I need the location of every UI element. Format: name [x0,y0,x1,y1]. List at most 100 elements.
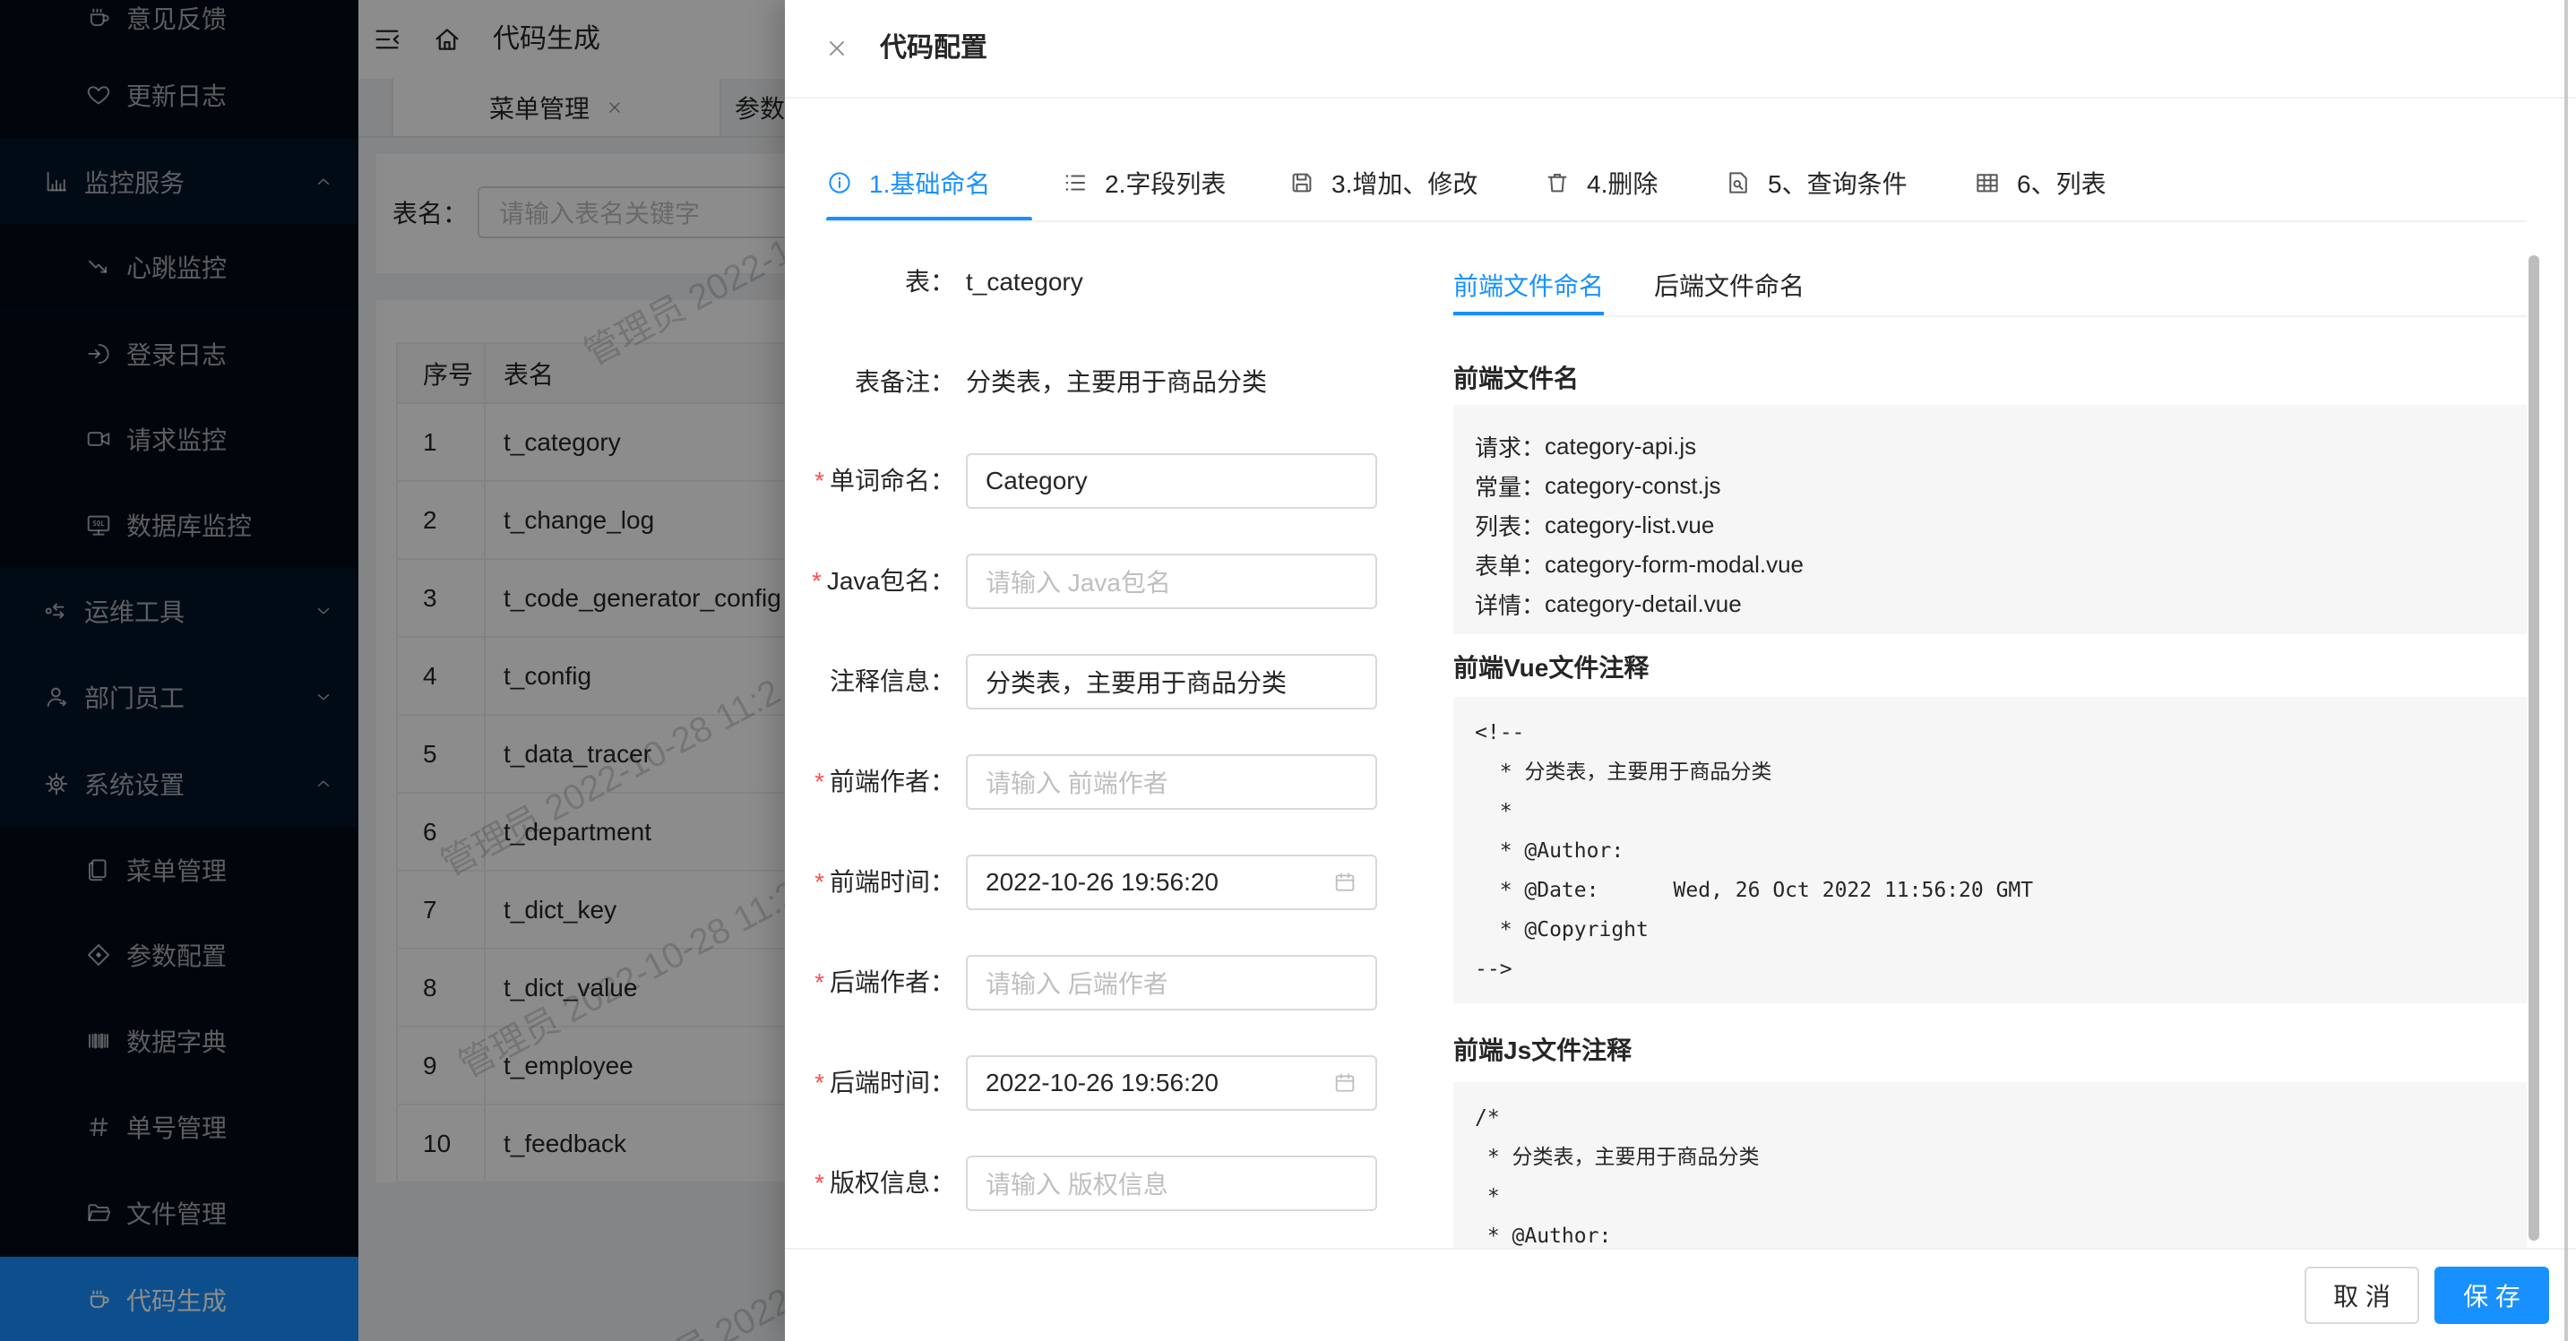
step-tab-6[interactable]: 6、列表 [1974,150,2106,215]
code-text: <!-- * 分类表，主要用于商品分类 * * @Author: * @Date… [1453,697,2527,989]
step-label: 5、查询条件 [1768,165,1908,201]
text-input-5[interactable]: 请输入 后端作者 [966,955,1377,1010]
section-heading: 前端Vue文件注释 [1453,650,1649,686]
drawer-header: 代码配置 [785,0,2576,99]
code-comment-block: /* * 分类表，主要用于商品分类 * * @Author: [1453,1082,2527,1249]
table-icon [1974,169,2001,196]
input-placeholder: 请输入 前端作者 [986,764,1168,800]
panel-tab-0[interactable]: 前端文件命名 [1453,258,1604,315]
save-button[interactable]: 保 存 [2434,1267,2549,1324]
input-value: 分类表，主要用于商品分类 [986,664,1287,700]
form-static-row: 表备注： 分类表，主要用于商品分类 [785,355,1412,410]
file-label: 列表： [1475,509,1545,542]
drawer-scrollbar-thumb[interactable] [2529,255,2539,1241]
step-label: 3.增加、修改 [1331,165,1478,201]
drawer-footer: 取 消 保 存 [785,1248,2576,1341]
calendar-icon [1332,1070,1357,1096]
file-name-item: 详情：category-detail.vue [1475,584,2527,623]
drawer-mask[interactable] [0,0,785,1341]
date-picker-6[interactable]: 2022-10-26 19:56:20 [966,1055,1377,1111]
text-input-7[interactable]: 请输入 版权信息 [966,1156,1377,1211]
step-tab-4[interactable]: 4.删除 [1544,150,1658,215]
input-value: 2022-10-26 19:56:20 [986,1069,1219,1097]
steps-divider [824,220,2527,222]
code-comment-block: <!-- * 分类表，主要用于商品分类 * * @Author: * @Date… [1453,697,2527,1003]
file-name-item: 请求：category-api.js [1475,426,2527,466]
step-tab-2[interactable]: 2.字段列表 [1062,150,1226,215]
trash-icon [1544,169,1571,196]
required-asterisk: * [814,467,824,494]
form-label: *Java包名： [788,554,955,609]
file-value: category-const.js [1545,472,1721,500]
section-heading: 前端文件名 [1453,361,1579,397]
form-label: 表： [788,254,955,310]
form-label: *前端时间： [788,855,955,910]
text-input-3[interactable]: 请输入 前端作者 [966,754,1377,810]
required-asterisk: * [814,968,824,996]
file-search-icon [1725,169,1752,196]
form-field-row: *后端作者： 请输入 后端作者 [785,955,1412,1010]
save-icon [1288,169,1315,196]
form-label: *后端时间： [788,1055,955,1111]
panel-tabs-divider [1453,315,2527,317]
input-placeholder: 请输入 后端作者 [986,965,1168,1001]
file-label: 请求： [1475,430,1545,463]
date-picker-4[interactable]: 2022-10-26 19:56:20 [966,855,1377,910]
file-value: category-list.vue [1545,511,1714,539]
page-scrollbar[interactable] [2564,0,2568,1341]
form-field-row: *版权信息： 请输入 版权信息 [785,1156,1412,1211]
list-icon [1062,169,1089,196]
close-icon[interactable] [824,36,849,61]
form-label: 注释信息： [788,654,955,709]
step-tab-3[interactable]: 3.增加、修改 [1288,150,1478,215]
step-tab-5[interactable]: 5、查询条件 [1725,150,1908,215]
file-label: 常量： [1475,469,1545,503]
app-root: 代码生成 菜单管理 参数配置 表名： 请输入表名关键字 序号 表名 1 t_ca… [0,0,2576,1341]
file-value: category-api.js [1545,433,1696,460]
form-label: *版权信息： [788,1156,955,1211]
required-asterisk: * [814,768,824,795]
file-label: 表单： [1475,548,1545,581]
form-field-row: *前端时间： 2022-10-26 19:56:20 [785,855,1412,910]
input-value: 2022-10-26 19:56:20 [986,868,1219,897]
required-asterisk: * [814,868,824,896]
required-asterisk: * [814,1169,824,1197]
file-value: category-detail.vue [1545,590,1742,618]
code-text: /* * 分类表，主要用于商品分类 * * @Author: [1453,1082,2527,1249]
input-value: Category [986,467,1088,495]
input-placeholder: 请输入 Java包名 [986,563,1171,599]
form-label: *单词命名： [788,453,955,509]
file-name-item: 表单：category-form-modal.vue [1475,545,2527,584]
static-value: 分类表，主要用于商品分类 [966,355,1267,410]
step-label: 4.删除 [1587,165,1658,201]
file-label: 详情： [1475,588,1545,621]
text-input-2[interactable]: 分类表，主要用于商品分类 [966,654,1377,709]
required-asterisk: * [812,567,822,595]
form-field-row: *Java包名： 请输入 Java包名 [785,554,1412,609]
file-value: category-form-modal.vue [1545,551,1804,579]
static-value: t_category [966,254,1083,310]
step-label: 1.基础命名 [869,165,990,201]
calendar-icon [1332,870,1357,895]
text-input-0[interactable]: Category [966,453,1377,509]
info-circle-icon [826,169,853,196]
step-tab-1[interactable]: 1.基础命名 [826,150,990,215]
form-field-row: *前端作者： 请输入 前端作者 [785,754,1412,810]
form-field-row: 注释信息： 分类表，主要用于商品分类 [785,654,1412,709]
text-input-1[interactable]: 请输入 Java包名 [966,554,1377,609]
form-static-row: 表： t_category [785,254,1412,310]
cancel-button[interactable]: 取 消 [2305,1267,2419,1324]
form-field-row: *后端时间： 2022-10-26 19:56:20 [785,1055,1412,1111]
close-icon [824,36,849,61]
file-name-list: 请求：category-api.js常量：category-const.js列表… [1453,405,2527,634]
drawer-code-config: 代码配置 1.基础命名 2.字段列表 3.增加、修改 4.删除 5、查询条件 6… [785,0,2576,1341]
step-label: 6、列表 [2017,165,2106,201]
panel-tab-1[interactable]: 后端文件命名 [1654,258,1805,315]
form-field-row: *单词命名： Category [785,453,1412,509]
form-label: 表备注： [788,355,955,410]
input-placeholder: 请输入 版权信息 [986,1165,1168,1201]
section-heading: 前端Js文件注释 [1453,1033,1632,1069]
form-label: *后端作者： [788,955,955,1010]
file-name-item: 常量：category-const.js [1475,466,2527,505]
required-asterisk: * [814,1069,824,1096]
